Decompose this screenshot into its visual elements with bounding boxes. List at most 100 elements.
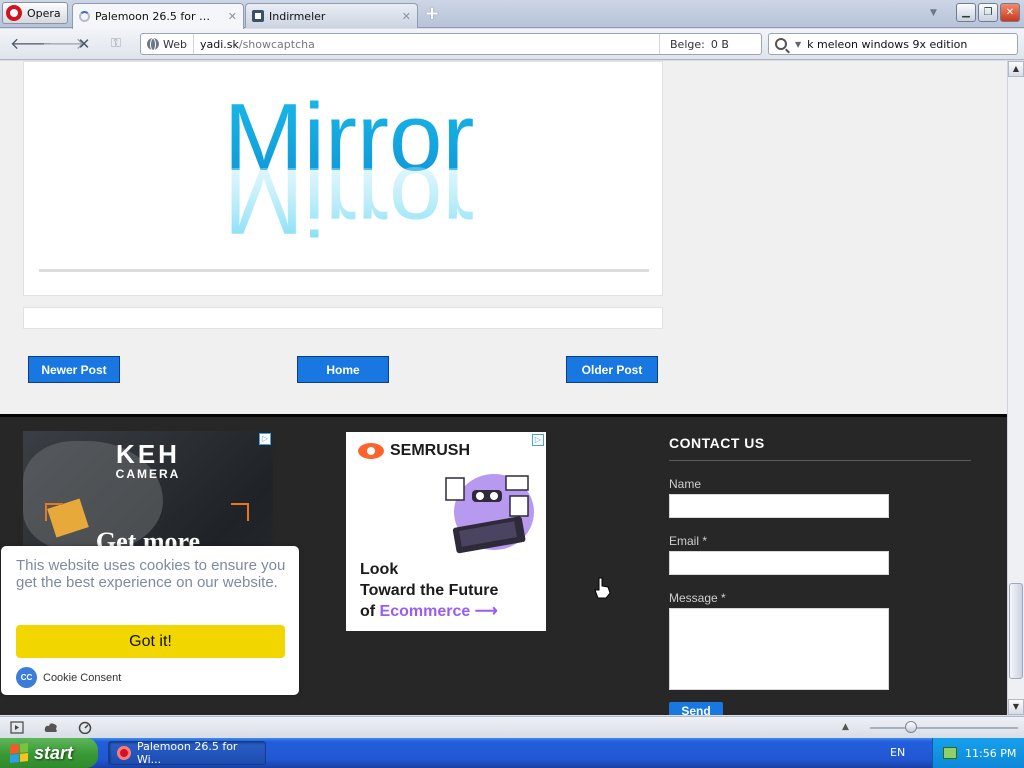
network-tray-icon[interactable] [943,747,957,759]
address-bar[interactable]: Web yadi.sk/showcaptcha Belge: 0 B [140,33,762,55]
scroll-thumb[interactable] [1009,583,1023,679]
ad2-brand: SEMRUSH [358,442,470,460]
older-post-button[interactable]: Older Post [566,356,658,383]
language-indicator[interactable]: EN [890,746,905,759]
adchoices-icon[interactable]: ▷ [259,433,271,445]
restore-button[interactable]: ❐ [978,3,998,22]
semrush-ad[interactable]: SEMRUSH ▷ Look Toward the Future of Ecom… [346,432,546,631]
newer-post-button[interactable]: Newer Post [28,356,120,383]
system-tray: 11:56 PM [932,738,1024,768]
stop-button[interactable]: ✕ [74,35,94,53]
windows-taskbar: start Palemoon 26.5 for Wi... EN 11:56 P… [0,738,1024,768]
loading-spinner-icon [79,11,90,22]
back-button[interactable]: 🡐 [10,35,53,53]
tab-list-chevron-icon[interactable]: ▼ [930,8,937,18]
viewfinder-corner-icon [45,503,63,521]
cookie-consent-brand[interactable]: CC Cookie Consent [16,667,121,688]
tab-palemoon[interactable]: Palemoon 26.5 for Wind... ✕ [72,3,244,29]
pointer-cursor-icon [594,577,611,599]
opera-task-icon [117,746,131,760]
search-engine-dropdown-icon[interactable]: ▼ [795,40,801,49]
message-label: Message * [669,591,726,605]
cookie-consent-logo-icon: CC [16,667,37,688]
tab-bar: Opera Palemoon 26.5 for Wind... ✕ Indirm… [0,0,1024,29]
page-viewport: Mirror Mirror Newer Post Home Older Post… [0,61,1007,715]
zoom-up-arrow-icon[interactable]: ▲ [842,722,849,732]
zoom-slider-track[interactable] [870,727,1018,729]
search-icon [775,38,787,50]
opera-unite-cloud-icon[interactable] [44,721,58,734]
document-size-value: 0 B [710,37,729,51]
name-field[interactable] [669,494,889,518]
captcha-reflection: Mirror [224,147,475,254]
search-field[interactable]: ▼ k meleon windows 9x edition [768,33,1018,55]
url-domain: yadi.sk [199,37,239,51]
start-button[interactable]: start [0,738,98,768]
start-label: start [34,742,74,763]
tab-title: Indirmeler [269,9,326,23]
email-label: Email * [669,534,708,548]
forward-button[interactable]: 🡒 [42,35,85,53]
message-field[interactable] [669,608,889,690]
contact-form: CONTACT US Name Email * Message * Send [669,435,971,715]
opera-menu-label: Opera [27,6,61,20]
url-text[interactable]: yadi.sk/showcaptcha [194,38,659,51]
minimize-button[interactable]: ▁ [956,3,976,22]
contact-title: CONTACT US [669,435,765,451]
tab-close-icon[interactable]: ✕ [228,10,237,23]
opera-logo-icon [6,5,22,21]
scheme-label: Web [163,37,187,51]
url-path: /showcaptcha [238,37,315,51]
tab-close-icon[interactable]: ✕ [402,10,411,23]
ad1-brand: KEH [116,439,180,469]
semrush-logo-icon [358,443,384,459]
search-query[interactable]: k meleon windows 9x edition [807,38,967,51]
wand-key-icon[interactable]: ⚿ [106,35,126,53]
opera-turbo-icon[interactable] [78,721,92,734]
zoom-slider-knob[interactable] [905,721,917,733]
ad2-line-3-prefix: of [360,603,380,620]
email-field[interactable] [669,551,889,575]
scroll-up-arrow-icon[interactable]: ▲ [1008,61,1024,77]
scroll-down-arrow-icon[interactable]: ▼ [1008,699,1024,715]
ad2-line-1: Look [360,561,399,578]
comments-bar [23,307,663,329]
post-card: Mirror Mirror [23,61,663,296]
downloads-icon [252,10,264,22]
close-window-button[interactable]: ✕ [1000,3,1020,22]
clock[interactable]: 11:56 PM [965,747,1016,760]
taskbar-item-opera[interactable]: Palemoon 26.5 for Wi... [108,740,266,766]
cookie-accept-button[interactable]: Got it! [16,625,285,658]
globe-icon [147,38,159,51]
cookie-banner: This website uses cookies to ensure you … [1,546,299,695]
name-label: Name [669,477,702,491]
tab-indirmeler[interactable]: Indirmeler ✕ [245,3,418,28]
opera-menu-button[interactable]: Opera [2,2,68,24]
cookie-message: This website uses cookies to ensure you … [16,557,286,591]
taskbar-item-label: Palemoon 26.5 for Wi... [136,740,238,766]
ad2-brand-text: SEMRUSH [390,442,471,459]
laptop-illustration [445,474,534,554]
arrow-right-icon: ⟶ [474,603,498,620]
ad2-line-3: of Ecommerce ⟶ [360,601,498,622]
cookie-consent-brand-text: Cookie Consent [43,671,122,684]
vertical-scrollbar[interactable]: ▲ ▼ [1007,61,1024,715]
ad1-subbrand: CAMERA [115,467,181,481]
status-bar: ▲ [0,716,1024,738]
panel-toggle-icon[interactable] [10,721,24,734]
navigation-bar: 🡐 🡒 ✕ ⚿ Web yadi.sk/showcaptcha Belge: 0… [0,29,1024,60]
site-info-button[interactable]: Web [141,34,194,54]
post-divider [39,269,649,272]
document-size-label: Belge: [670,37,705,51]
tab-title: Palemoon 26.5 for Wind... [95,10,219,23]
ad2-line-3-accent: Ecommerce [379,603,471,620]
send-button[interactable]: Send [669,702,723,715]
adchoices-icon[interactable]: ▷ [532,434,544,446]
windows-logo-icon [10,743,28,763]
ad2-line-2: Toward the Future [360,582,499,599]
home-button[interactable]: Home [297,356,389,383]
ad2-headline: Look Toward the Future of Ecommerce ⟶ [360,559,498,622]
document-size: Belge: 0 B [659,34,761,54]
new-tab-button[interactable]: + [424,5,440,23]
contact-divider [669,460,971,461]
